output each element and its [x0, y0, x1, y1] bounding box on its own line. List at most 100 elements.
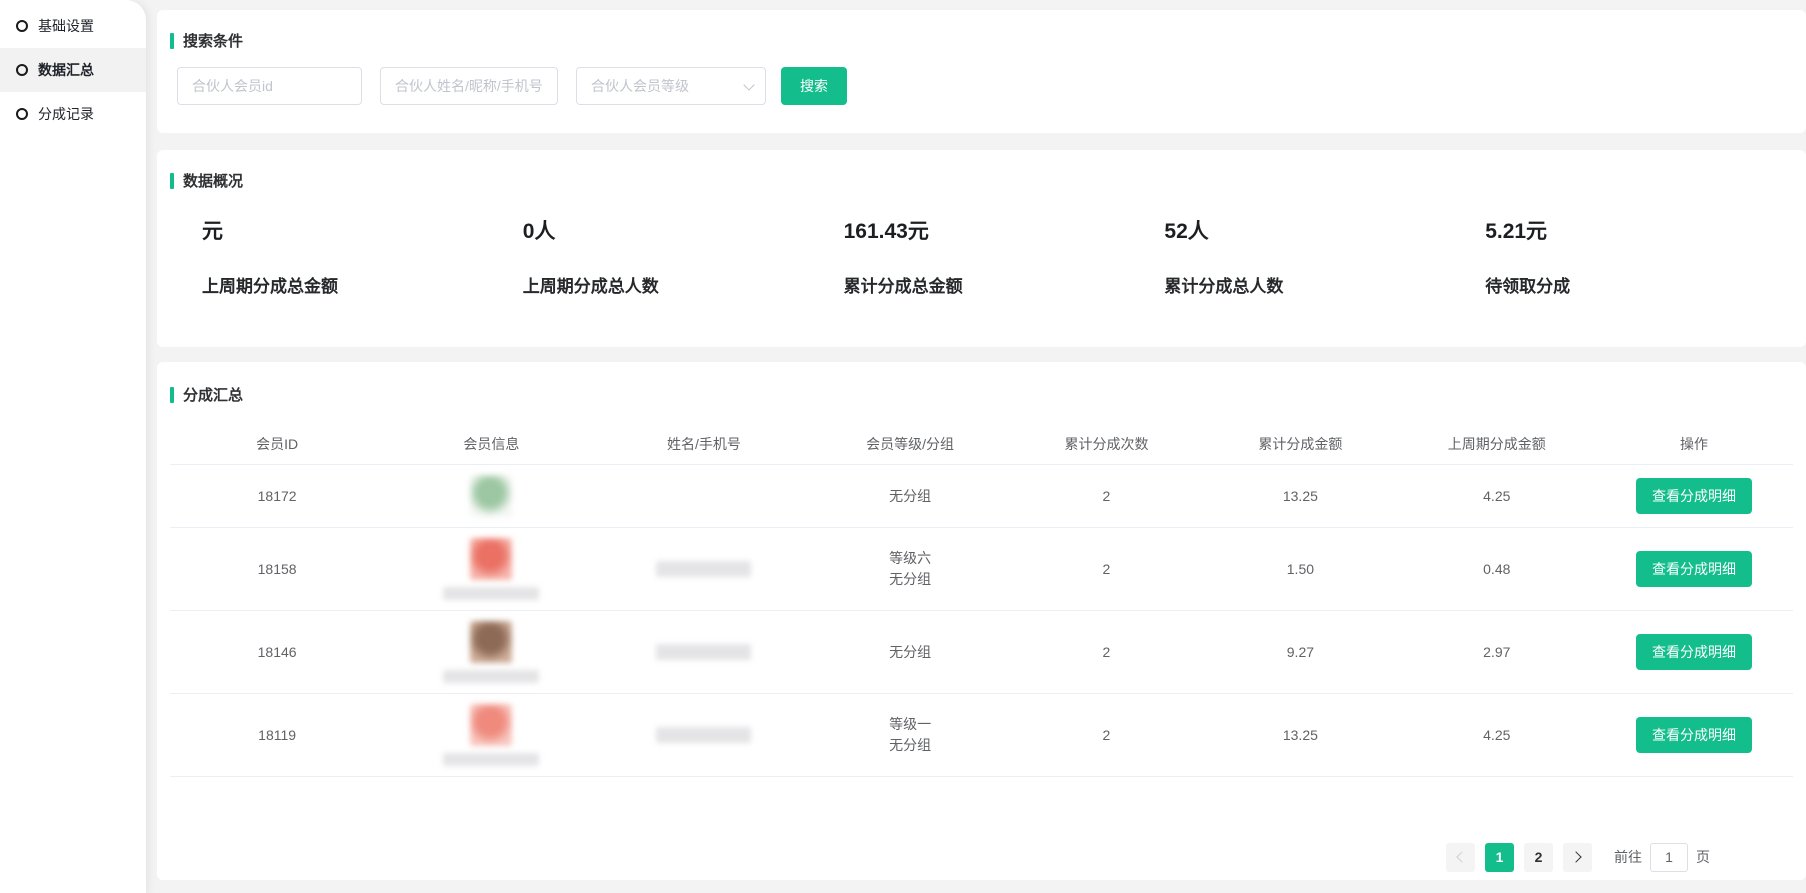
last-amount-cell: 2.97	[1399, 634, 1595, 670]
last-amount-cell: 4.25	[1399, 717, 1595, 753]
stat-total-people: 52人 累计分成总人数	[1164, 215, 1485, 297]
stat-total-amount: 161.43元 累计分成总金额	[844, 215, 1165, 297]
avatar	[470, 704, 512, 746]
total-amount-cell: 9.27	[1202, 634, 1398, 670]
stat-value: 5.21元	[1485, 215, 1806, 245]
next-page-button[interactable]	[1563, 843, 1592, 872]
partner-level-select-value[interactable]	[576, 67, 766, 105]
member-id-cell: 18146	[170, 634, 384, 670]
level-group-cell: 等级六 无分组	[809, 538, 1010, 600]
member-info-cell	[384, 694, 598, 776]
sidebar: 基础设置 数据汇总 分成记录	[0, 0, 146, 893]
col-level-group: 会员等级/分组	[809, 428, 1010, 460]
stat-label: 累计分成总人数	[1164, 272, 1485, 297]
redacted-phone	[656, 644, 751, 660]
stat-value: 0人	[523, 215, 844, 245]
title-accent-bar	[170, 173, 174, 189]
avatar	[470, 621, 512, 663]
table-header-row: 会员ID 会员信息 姓名/手机号 会员等级/分组 累计分成次数 累计分成金额 上…	[170, 423, 1793, 465]
total-amount-cell: 13.25	[1202, 478, 1398, 514]
level-group-cell: 等级一 无分组	[809, 704, 1010, 766]
sidebar-item-data-summary[interactable]: 数据汇总	[0, 48, 146, 92]
split-count-cell: 2	[1011, 478, 1203, 514]
goto-label: 前往	[1614, 847, 1642, 867]
redacted-phone	[656, 727, 751, 743]
overview-section-title: 数据概况	[170, 170, 1806, 191]
partner-level-select[interactable]	[576, 67, 766, 105]
search-title-text: 搜索条件	[183, 30, 243, 51]
sidebar-item-label: 数据汇总	[38, 60, 94, 80]
redacted-nickname	[443, 587, 539, 600]
summary-section: 分成汇总 会员ID 会员信息 姓名/手机号 会员等级/分组 累计分成次数 累计分…	[157, 362, 1806, 880]
main-content: 搜索条件 搜索 数据概况 元 上周期分成总金额 0人 上周期分成总人数	[157, 0, 1806, 893]
stat-label: 待领取分成	[1485, 272, 1806, 297]
circle-icon	[16, 20, 28, 32]
overview-section: 数据概况 元 上周期分成总金额 0人 上周期分成总人数 161.43元 累计分成…	[157, 150, 1806, 347]
partner-name-input[interactable]	[380, 67, 558, 105]
member-level: 等级一	[813, 714, 1006, 735]
sidebar-item-split-records[interactable]: 分成记录	[0, 92, 146, 136]
stat-value: 元	[202, 215, 523, 245]
split-count-cell: 2	[1011, 551, 1203, 587]
split-count-cell: 2	[1011, 634, 1203, 670]
member-info-cell	[384, 528, 598, 610]
action-cell: 查看分成明细	[1595, 541, 1793, 597]
stat-pending-amount: 5.21元 待领取分成	[1485, 215, 1806, 297]
last-amount-cell: 4.25	[1399, 478, 1595, 514]
col-last-amount: 上周期分成金额	[1399, 428, 1595, 460]
stat-last-period-people: 0人 上周期分成总人数	[523, 215, 844, 297]
member-id-cell: 18119	[170, 717, 384, 753]
goto-page-input[interactable]	[1650, 843, 1688, 872]
summary-title-text: 分成汇总	[183, 384, 243, 405]
total-amount-cell: 13.25	[1202, 717, 1398, 753]
action-cell: 查看分成明细	[1595, 468, 1793, 524]
col-actions: 操作	[1595, 428, 1793, 460]
sidebar-item-basic-settings[interactable]: 基础设置	[0, 4, 146, 48]
overview-title-text: 数据概况	[183, 170, 243, 191]
view-split-detail-button[interactable]: 查看分成明细	[1636, 478, 1752, 514]
col-total-amount: 累计分成金额	[1202, 428, 1398, 460]
view-split-detail-button[interactable]: 查看分成明细	[1636, 717, 1752, 753]
title-accent-bar	[170, 33, 174, 49]
level-group-cell: 无分组	[809, 476, 1010, 517]
avatar	[470, 538, 512, 580]
page-2-button[interactable]: 2	[1524, 843, 1553, 872]
redacted-nickname	[443, 753, 539, 766]
stats-row: 元 上周期分成总金额 0人 上周期分成总人数 161.43元 累计分成总金额 5…	[170, 215, 1806, 297]
partner-member-id-input[interactable]	[177, 67, 362, 105]
action-cell: 查看分成明细	[1595, 707, 1793, 763]
table-body: 18172 无分组 2 13.25 4.25 查看分成明细 18158	[170, 465, 1793, 879]
stat-value: 161.43元	[844, 215, 1165, 245]
avatar	[470, 475, 512, 517]
stat-label: 累计分成总金额	[844, 272, 1165, 297]
search-button[interactable]: 搜索	[781, 67, 847, 105]
member-level: 等级六	[813, 548, 1006, 569]
table-row: 18158 等级六 无分组 2 1.50 0.48 查看分成明细	[170, 528, 1793, 611]
member-group: 无分组	[813, 569, 1006, 590]
col-name-phone: 姓名/手机号	[598, 428, 809, 460]
table-row: 18119 等级一 无分组 2 13.25 4.25 查看分成明细	[170, 694, 1793, 777]
member-group: 无分组	[813, 642, 1006, 663]
search-section: 搜索条件 搜索	[157, 10, 1806, 133]
stat-last-period-amount: 元 上周期分成总金额	[202, 215, 523, 297]
name-phone-cell	[598, 551, 809, 587]
member-id-cell: 18158	[170, 551, 384, 587]
pagination: 1 2 前往 页	[157, 834, 1806, 880]
total-amount-cell: 1.50	[1202, 551, 1398, 587]
view-split-detail-button[interactable]: 查看分成明细	[1636, 551, 1752, 587]
redacted-phone	[656, 561, 751, 577]
prev-page-button[interactable]	[1446, 843, 1475, 872]
redacted-nickname	[443, 670, 539, 683]
sidebar-item-label: 基础设置	[38, 16, 94, 36]
page-1-button[interactable]: 1	[1485, 843, 1514, 872]
circle-icon	[16, 108, 28, 120]
stat-value: 52人	[1164, 215, 1485, 245]
sidebar-item-label: 分成记录	[38, 104, 94, 124]
view-split-detail-button[interactable]: 查看分成明细	[1636, 634, 1752, 670]
member-info-cell	[384, 611, 598, 693]
name-phone-cell	[598, 717, 809, 753]
chevron-right-icon	[1570, 851, 1581, 862]
table-row: 18146 无分组 2 9.27 2.97 查看分成明细	[170, 611, 1793, 694]
level-group-cell: 无分组	[809, 632, 1010, 673]
member-id-cell: 18172	[170, 478, 384, 514]
